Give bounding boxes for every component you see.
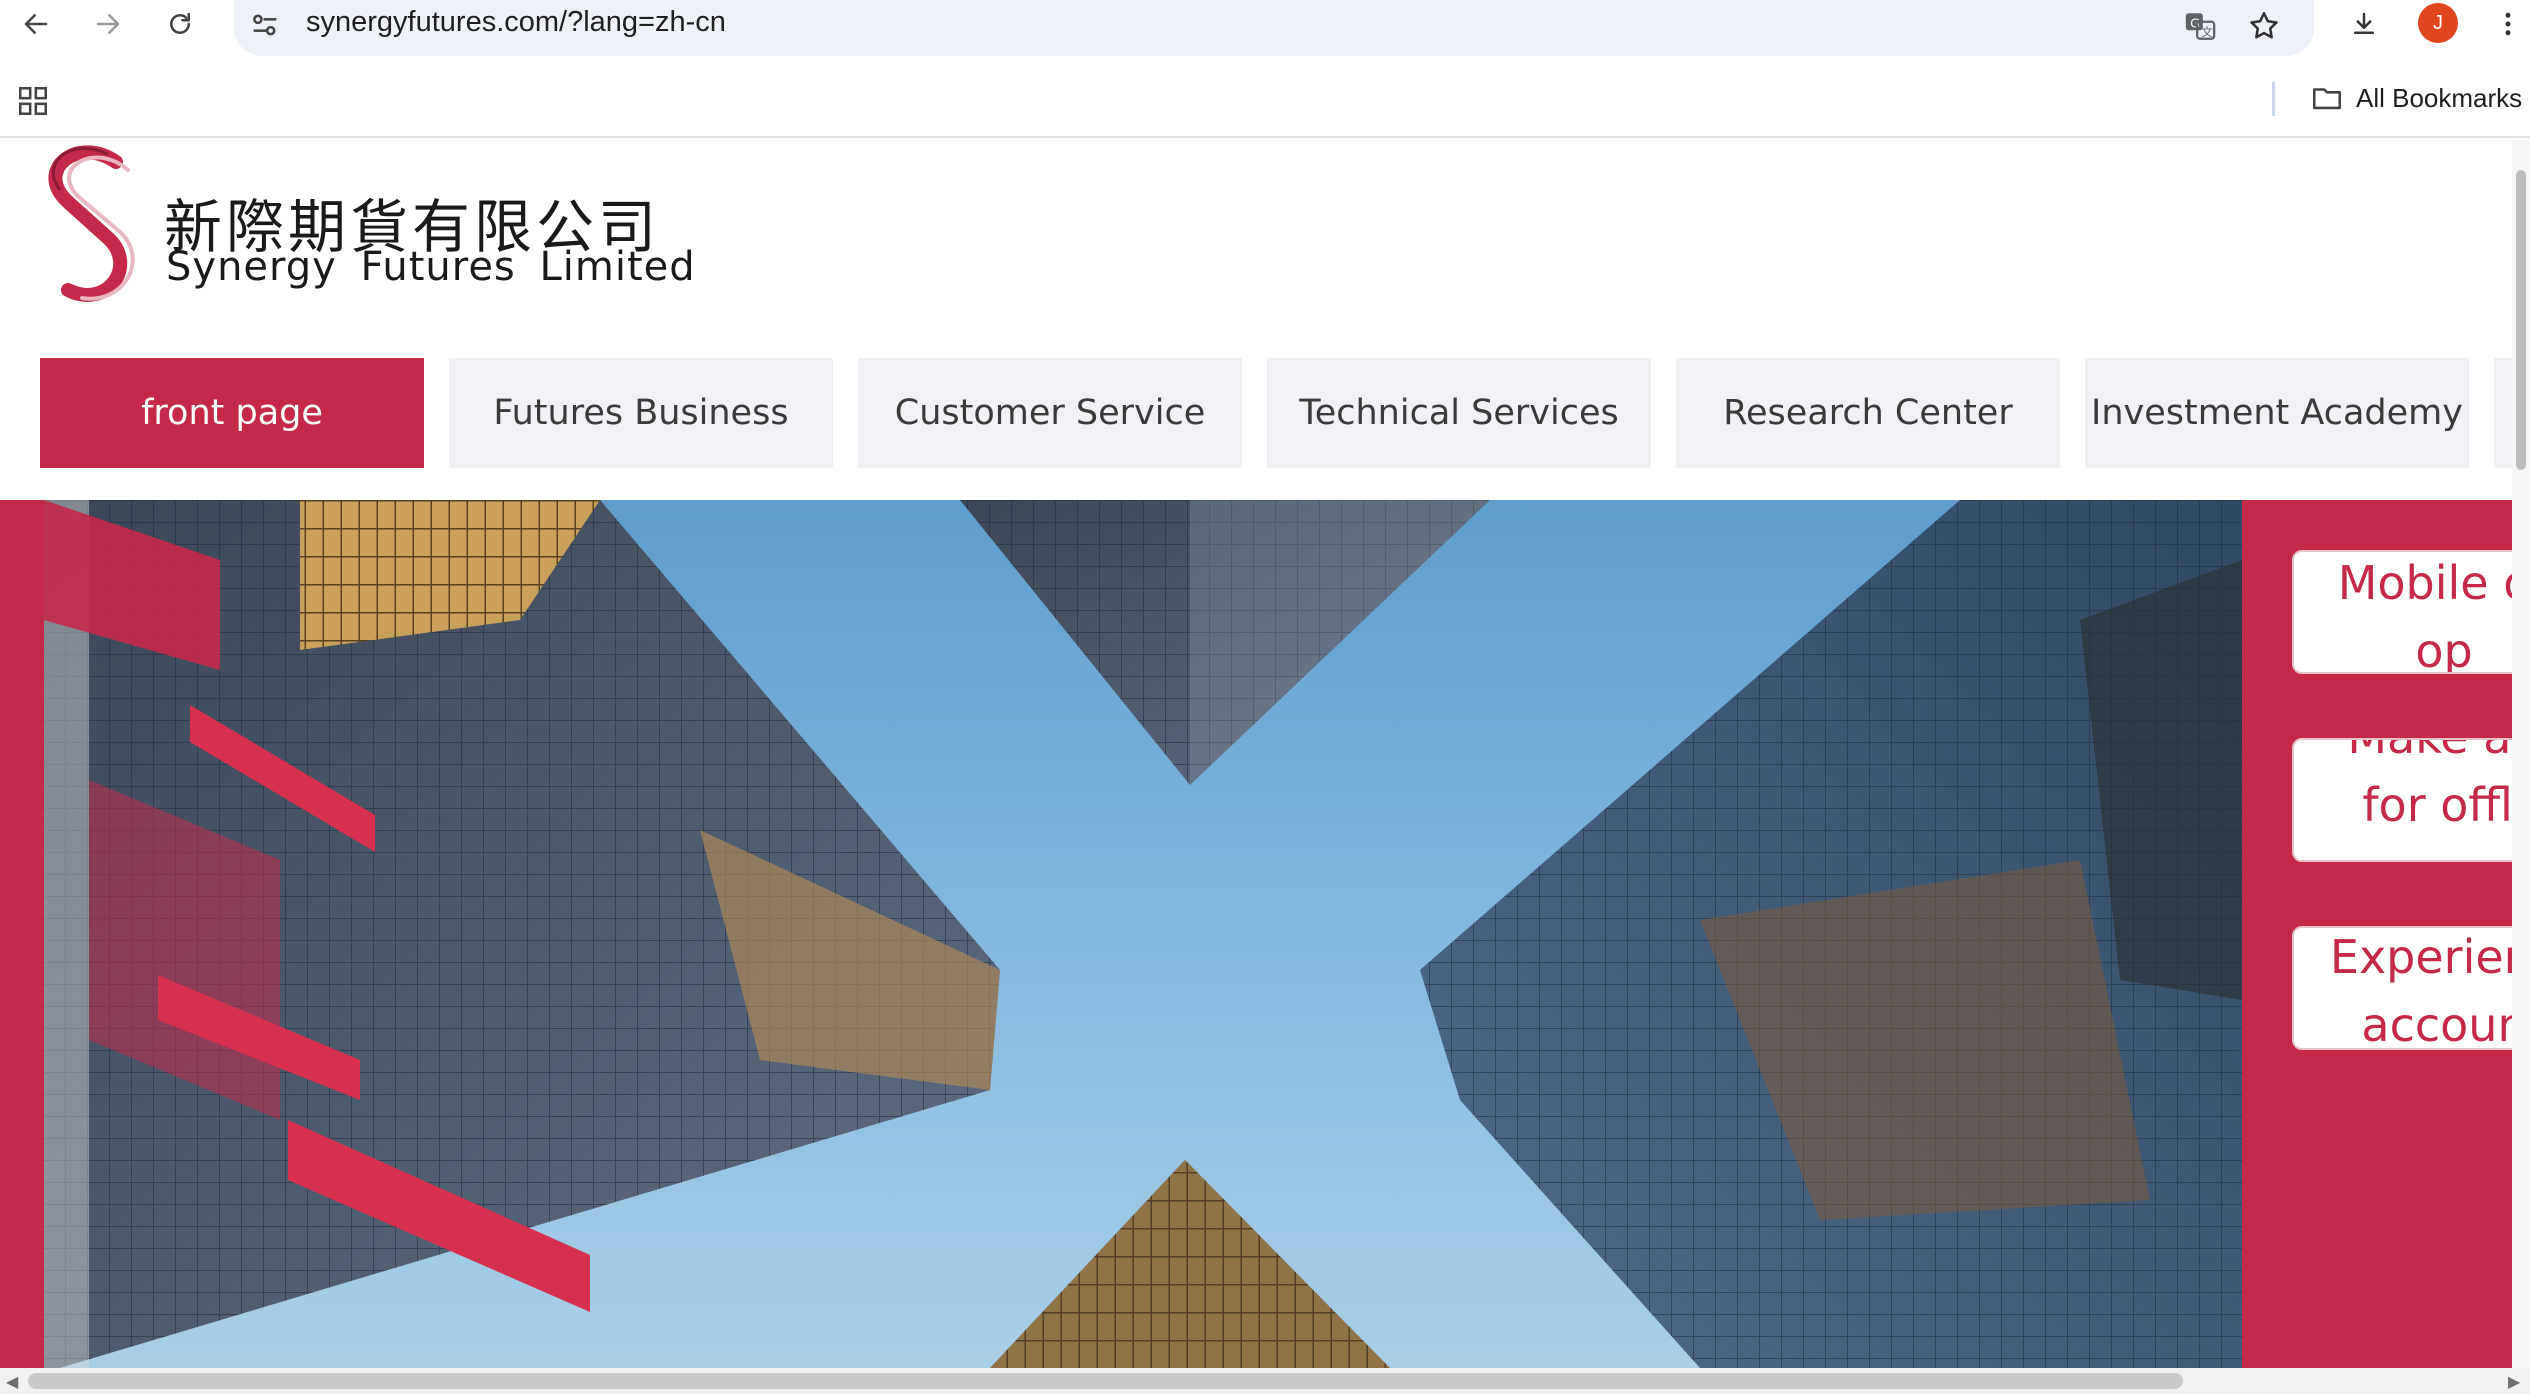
horizontal-scroll-thumb[interactable] <box>28 1373 2183 1389</box>
profile-avatar[interactable]: J <box>2418 3 2458 43</box>
scroll-right-arrow-icon[interactable]: ▶ <box>2508 1372 2520 1391</box>
apps-grid-icon[interactable] <box>16 84 50 118</box>
web-page: 新際期貨有限公司 Synergy Futures Limited front p… <box>0 140 2530 1368</box>
star-icon <box>2250 11 2278 39</box>
nav-customer-service[interactable]: Customer Service <box>858 358 1242 468</box>
nav-futures-business[interactable]: Futures Business <box>449 358 833 468</box>
forward-button[interactable] <box>84 4 132 44</box>
downloads-button[interactable] <box>2340 4 2388 44</box>
folder-icon <box>2312 88 2342 110</box>
quick-links-panel: Mobile or op Make an for offli Experienc… <box>2242 500 2530 1368</box>
skyscraper-banner-image <box>0 500 2242 1368</box>
nav-technical-services[interactable]: Technical Services <box>1267 358 1651 468</box>
translate-icon: G文 <box>2185 13 2216 40</box>
all-bookmarks-button[interactable]: All Bookmarks <box>2310 78 2522 118</box>
site-settings-icon[interactable] <box>248 8 282 42</box>
bookmarks-bar: All Bookmarks <box>0 70 2530 138</box>
vertical-scroll-thumb[interactable] <box>2516 170 2526 470</box>
quick-link-2-line2: for offli <box>2362 778 2526 832</box>
quick-link-3-line1: Experienc <box>2329 930 2530 984</box>
quick-link-3-line2: accoun <box>2361 998 2527 1050</box>
forward-arrow-icon <box>96 14 120 34</box>
quick-link-1-line2: op <box>2415 624 2473 674</box>
svg-text:文: 文 <box>2201 25 2212 39</box>
browser-toolbar: synergyfutures.com/?lang=zh-cn G文 J <box>0 0 2530 56</box>
quick-link-1-line1: Mobile or <box>2337 556 2530 610</box>
nav-investment-academy[interactable]: Investment Academy <box>2085 358 2469 468</box>
vertical-scrollbar[interactable] <box>2512 140 2530 1370</box>
nav-front-page[interactable]: front page <box>40 358 424 468</box>
nav-research-center[interactable]: Research Center <box>1676 358 2060 468</box>
reload-button[interactable] <box>156 4 204 44</box>
quick-link-card-experience[interactable]: Experienc accoun <box>2292 926 2530 1050</box>
horizontal-scrollbar[interactable]: ◀ ▶ <box>0 1368 2530 1394</box>
address-bar[interactable]: synergyfutures.com/?lang=zh-cn G文 <box>234 0 2314 56</box>
brand-name-english: Synergy Futures Limited <box>166 244 696 290</box>
translate-button[interactable]: G文 <box>2180 6 2220 46</box>
all-bookmarks-label: All Bookmarks <box>2356 82 2523 113</box>
scroll-left-arrow-icon[interactable]: ◀ <box>6 1372 18 1391</box>
quick-link-2-line1: Make an <box>2294 740 2530 764</box>
bookmark-star-button[interactable] <box>2244 6 2284 46</box>
more-vert-icon <box>2505 12 2511 36</box>
back-button[interactable] <box>12 4 60 44</box>
quick-link-card-appointment[interactable]: Make an for offli <box>2292 738 2530 862</box>
svg-text:G: G <box>2190 16 2200 31</box>
menu-button[interactable] <box>2488 4 2528 44</box>
synergy-logo-icon[interactable] <box>38 140 148 310</box>
quick-link-card-mobile[interactable]: Mobile or op <box>2292 550 2530 674</box>
download-icon <box>2354 12 2374 34</box>
bookmarks-separator <box>2272 82 2275 116</box>
url-text[interactable]: synergyfutures.com/?lang=zh-cn <box>306 6 726 39</box>
hero-banner <box>0 500 2242 1368</box>
back-arrow-icon <box>24 14 48 34</box>
reload-icon <box>170 12 190 34</box>
